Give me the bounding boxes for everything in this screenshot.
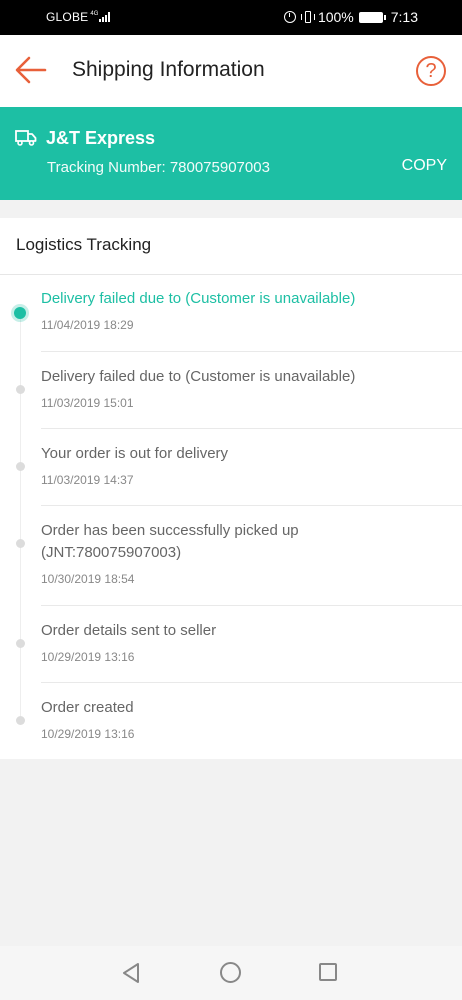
timeline-line [20,314,21,716]
battery-percent: 100% [317,9,354,25]
timeline-dot [16,539,25,548]
status-right: 100% 7:13 [283,9,418,25]
event-title: Your order is out for delivery [41,445,229,462]
status-bar: GLOBE 4G 100% 7:13 [0,0,462,35]
divider [41,682,462,683]
event-time: 11/03/2019 15:01 [41,396,134,410]
signal-icon [99,12,111,22]
truck-icon [15,130,37,146]
home-circle-icon[interactable] [220,962,241,983]
recents-square-icon[interactable] [319,963,337,981]
tracking-number: Tracking Number: 780075907003 [47,159,270,176]
back-triangle-icon[interactable] [121,962,141,984]
event-title: Delivery failed due to (Customer is unav… [41,368,356,385]
copy-button[interactable]: COPY [402,157,447,175]
logistics-tracking-card: Logistics Tracking Delivery failed due t… [0,218,462,759]
carrier-name: GLOBE [46,10,89,24]
divider [41,351,462,352]
event-title: Order created [41,699,134,716]
alarm-icon [283,11,296,23]
divider [41,505,462,506]
app-header: Shipping Information ? [0,35,462,107]
help-button[interactable]: ? [416,56,446,86]
divider [41,428,462,429]
clock: 7:13 [390,9,418,25]
back-button[interactable] [14,55,48,85]
network-type: 4G [90,11,99,17]
battery-icon [358,11,386,23]
event-time: 10/29/2019 13:16 [41,727,135,741]
event-title: Order has been successfully picked up (J… [41,522,299,561]
event-time: 11/03/2019 14:37 [41,473,134,487]
timeline-dot [16,639,25,648]
section-title: Logistics Tracking [16,235,152,254]
event-time: 11/04/2019 18:29 [41,318,134,332]
page-title: Shipping Information [72,58,265,81]
event-time: 10/29/2019 13:16 [41,650,135,664]
timeline-dot-active [14,307,26,319]
event-time: 10/30/2019 18:54 [41,572,135,586]
vibrate-icon [300,11,315,23]
timeline-dot [16,716,25,725]
event-title: Order details sent to seller [41,622,217,639]
back-arrow-icon [15,56,47,84]
divider [0,274,462,275]
event-title: Delivery failed due to (Customer is unav… [41,290,356,307]
timeline-dot [16,385,25,394]
help-icon: ? [425,60,437,82]
navigation-bar [0,946,462,1000]
divider [41,605,462,606]
timeline-dot [16,462,25,471]
courier-name: J&T Express [46,128,156,148]
status-left: GLOBE 4G [46,10,111,24]
courier-banner: J&T Express Tracking Number: 78007590700… [0,107,462,200]
